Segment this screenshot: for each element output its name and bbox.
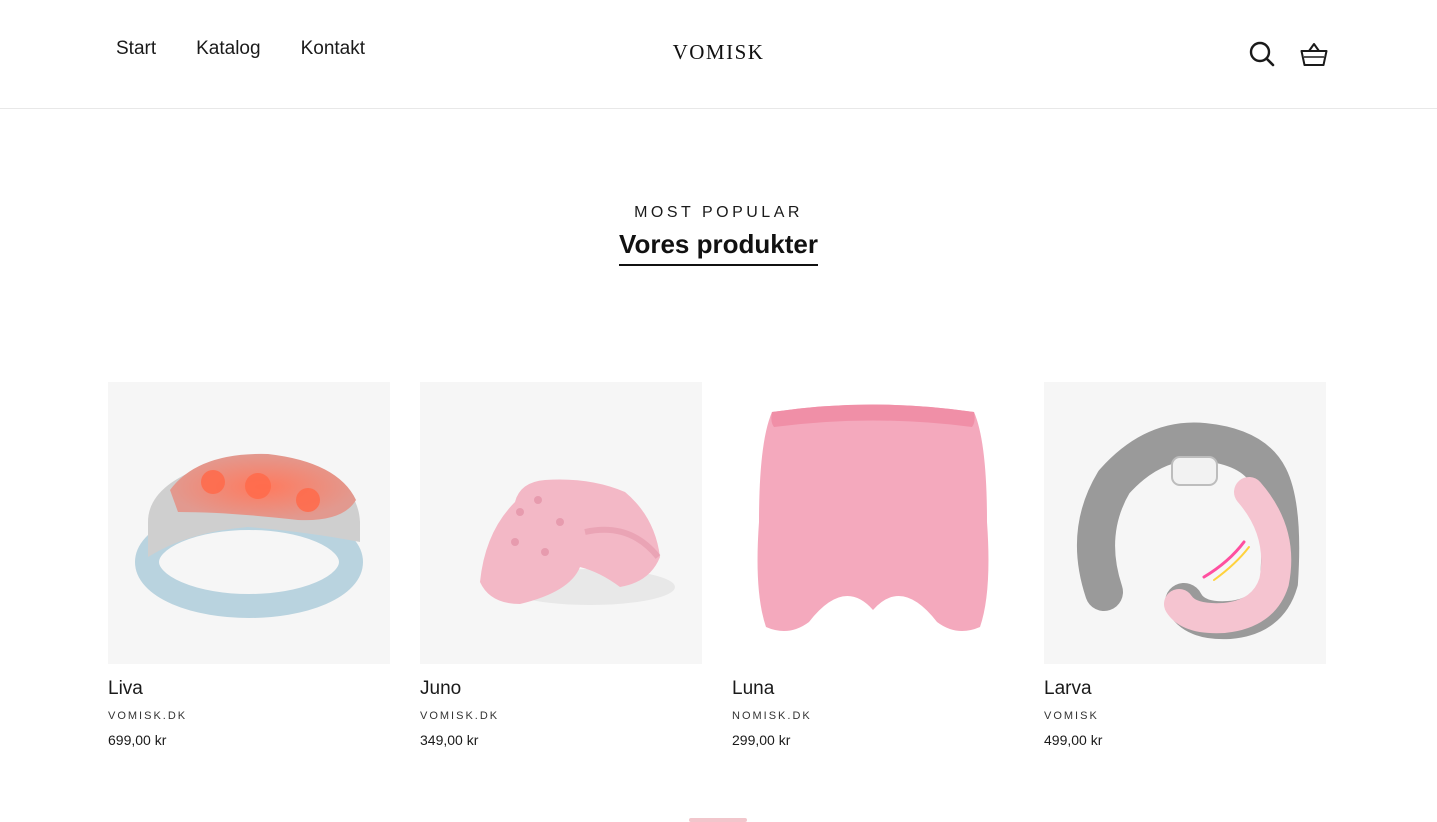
product-grid: Liva VOMISK.DK 699,00 kr Juno VOMISK.DK … [108,382,1329,748]
product-card-larva[interactable]: Larva VOMISK 499,00 kr [1044,382,1326,748]
product-vendor: VOMISK [1044,710,1099,722]
waist-massager-image [135,453,363,618]
site-logo[interactable]: VOMISK [0,40,1437,65]
section-eyebrow: MOST POPULAR [634,204,803,221]
product-vendor: VOMISK.DK [420,710,500,722]
product-card-luna[interactable]: Luna NOMISK.DK 299,00 kr [732,382,1014,748]
product-card-juno[interactable]: Juno VOMISK.DK 349,00 kr [420,382,702,748]
product-price: 299,00 kr [732,732,791,748]
product-image-juno[interactable] [420,382,702,664]
product-image-luna[interactable] [732,382,1014,664]
product-card-liva[interactable]: Liva VOMISK.DK 699,00 kr [108,382,390,748]
section-heading-wrap: Vores produkter [0,229,1437,266]
product-image-larva[interactable] [1044,382,1326,664]
carousel-indicator[interactable] [689,818,747,822]
product-price: 499,00 kr [1044,732,1103,748]
product-image-liva[interactable] [108,382,390,664]
product-title[interactable]: Liva [108,678,390,702]
section-heading[interactable]: Vores produkter [619,229,818,266]
neck-massager-image [1077,422,1300,640]
cooling-mask-image [757,404,989,631]
product-title[interactable]: Juno [420,678,702,702]
product-title[interactable]: Luna [732,678,1014,702]
product-title[interactable]: Larva [1044,678,1326,702]
product-price: 699,00 kr [108,732,167,748]
neck-stretcher-image [480,479,675,605]
product-vendor: VOMISK.DK [108,710,188,722]
product-vendor: NOMISK.DK [732,710,812,722]
search-icon[interactable] [1246,38,1278,70]
site-header: Start Katalog Kontakt VOMISK [0,0,1437,109]
cart-icon[interactable] [1298,38,1330,70]
product-price: 349,00 kr [420,732,479,748]
